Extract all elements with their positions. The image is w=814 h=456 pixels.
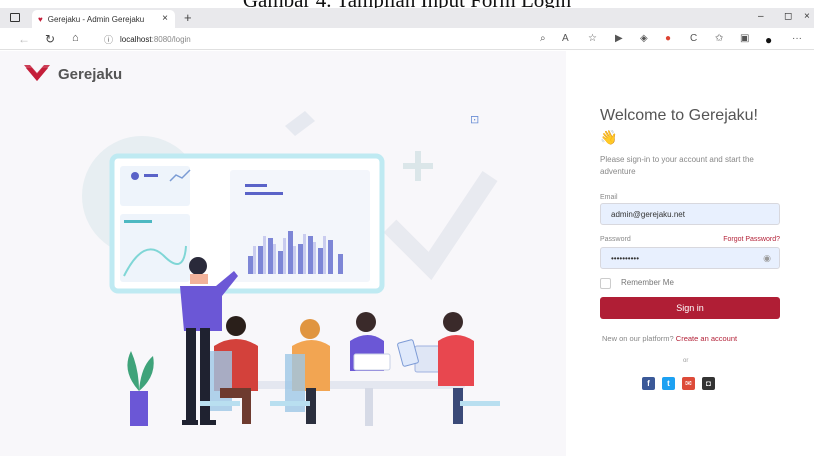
favicon-icon: ♥ (38, 14, 43, 24)
address-bar[interactable]: ⓘ localhost :8080/login (104, 33, 191, 46)
minimize-icon[interactable]: – (758, 11, 764, 22)
password-field[interactable]: •••••••••• ◉ (600, 247, 780, 269)
welcome-heading: Welcome to Gerejaku! (600, 107, 758, 124)
illustration-panel: Gerejaku ⊡ (0, 51, 566, 456)
github-icon[interactable]: ◘ (702, 377, 715, 390)
facebook-icon[interactable]: f (642, 377, 655, 390)
forgot-password-link[interactable]: Forgot Password? (723, 236, 780, 243)
profile-icon[interactable]: ● (765, 33, 772, 47)
browser-tab[interactable]: ♥ Gerejaku - Admin Gerejaku × (32, 10, 175, 28)
password-label: Password (600, 236, 631, 243)
extension-icon[interactable]: ◈ (640, 33, 648, 44)
search-icon[interactable]: ⌕ (540, 33, 546, 44)
tab-actions-icon[interactable] (10, 13, 20, 22)
url-path: :8080/login (151, 35, 191, 44)
sign-in-button[interactable]: Sign in (600, 297, 780, 319)
remember-me-label[interactable]: Remember Me (621, 278, 674, 287)
new-platform-text: New on our platform? (602, 334, 674, 343)
favorites-icon[interactable]: ✩ (715, 33, 723, 44)
extension-c-icon[interactable]: C (690, 33, 697, 44)
team-meeting-illustration (82, 111, 500, 426)
email-value: admin@gerejaku.net (611, 209, 685, 219)
extension-arrow-icon[interactable]: ▶ (615, 33, 623, 44)
login-page: Gerejaku ⊡ Welcome to Gerejaku! 👋 Please… (0, 51, 814, 456)
favorite-add-icon[interactable]: ☆ (588, 33, 597, 44)
wave-icon: 👋 (600, 129, 618, 145)
new-tab-button[interactable]: + (184, 10, 192, 25)
close-window-icon[interactable]: × (804, 11, 810, 22)
refresh-icon[interactable]: ↻ (45, 32, 55, 46)
back-icon[interactable]: ← (18, 32, 30, 46)
brand-logo-icon (24, 65, 50, 81)
figure-caption: Gambar 4. Tampilan Input Form Login (0, 0, 814, 8)
brand-name: Gerejaku (58, 65, 123, 83)
browser-tab-bar: ♥ Gerejaku - Admin Gerejaku × + – ◻ × (0, 8, 814, 28)
create-account-link[interactable]: Create an account (676, 334, 737, 343)
email-label: Email (600, 194, 618, 201)
show-password-icon[interactable]: ◉ (763, 253, 771, 264)
tab-title: Gerejaku - Admin Gerejaku (47, 14, 145, 24)
brand: Gerejaku (24, 65, 122, 83)
browser-toolbar: ← ↻ ⌂ ⓘ localhost :8080/login ⌕ A ☆ ▶ ◈ … (0, 28, 814, 50)
maximize-icon[interactable]: ◻ (784, 11, 792, 22)
welcome-subtitle: Please sign-in to your account and start… (600, 155, 754, 176)
info-icon: ⓘ (104, 35, 114, 45)
collections-icon[interactable]: ▣ (740, 33, 749, 44)
home-icon[interactable]: ⌂ (72, 32, 79, 44)
password-value: •••••••••• (611, 253, 640, 263)
or-divider: or (683, 358, 689, 364)
read-aloud-icon[interactable]: A (562, 33, 569, 44)
email-field[interactable]: admin@gerejaku.net (600, 203, 780, 225)
url-host: localhost (120, 35, 152, 44)
remember-me-checkbox[interactable] (600, 278, 611, 289)
twitter-icon[interactable]: t (662, 377, 675, 390)
more-icon[interactable]: ··· (792, 33, 802, 44)
login-form-panel: Welcome to Gerejaku! 👋 Please sign-in to… (566, 51, 814, 456)
stop-extension-icon[interactable]: ● (665, 33, 671, 44)
tab-close-icon[interactable]: × (162, 13, 168, 24)
mail-icon[interactable]: ✉ (682, 377, 695, 390)
new-account-text: New on our platform? Create an account (602, 334, 737, 343)
